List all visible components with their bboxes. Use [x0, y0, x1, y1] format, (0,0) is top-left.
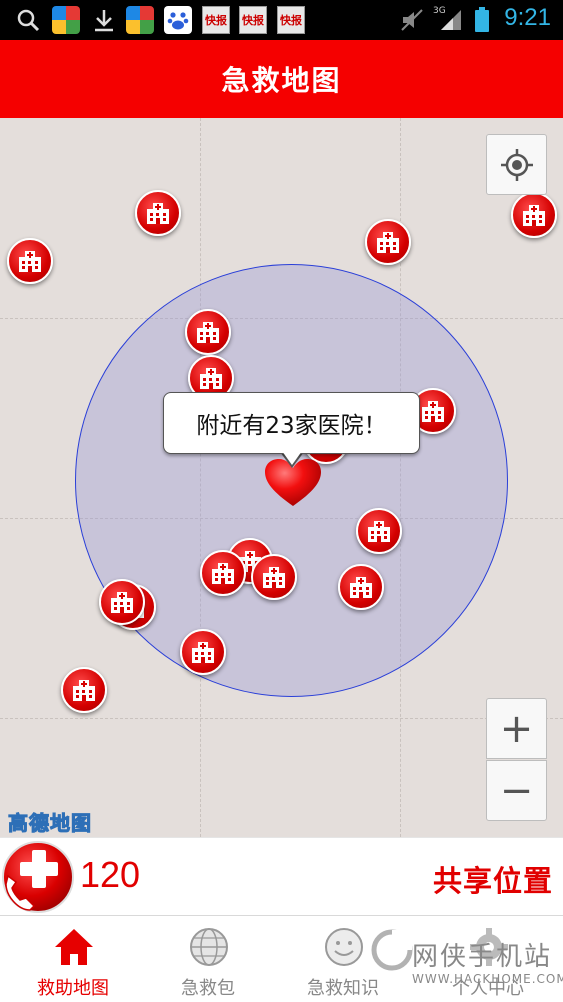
- hospital-icon: [192, 642, 214, 663]
- hospital-icon: [422, 401, 444, 422]
- watermark-text: 网侠手机站: [412, 942, 553, 972]
- hospital-icon: [111, 592, 133, 613]
- tab-rescue-map[interactable]: 救助地图: [5, 916, 141, 1002]
- hospital-marker[interactable]: [511, 192, 557, 238]
- popup-text: 附近有23家医院！: [196, 413, 387, 439]
- hospital-marker[interactable]: [185, 309, 231, 355]
- app-store-icon: [52, 6, 80, 34]
- clock: 9:21: [504, 4, 551, 31]
- hospital-marker[interactable]: [99, 579, 145, 625]
- zoom-in-button[interactable]: +: [486, 698, 547, 759]
- hospital-icon: [147, 203, 169, 224]
- kuaibao-icon: 快报: [277, 6, 305, 34]
- page-title: 急救地图: [221, 64, 342, 97]
- download-icon: [90, 6, 118, 34]
- kuaibao-icon: 快报: [239, 6, 267, 34]
- watermark-url: WWW.HACKHOME.COM: [412, 972, 563, 986]
- map-provider-logo: 高德地图: [8, 811, 92, 836]
- hospital-marker[interactable]: [180, 629, 226, 675]
- zoom-out-button[interactable]: −: [486, 760, 547, 821]
- hospital-marker[interactable]: [61, 667, 107, 713]
- hospital-icon: [350, 577, 372, 598]
- search-icon: [14, 6, 42, 34]
- hospital-count-popup[interactable]: 附近有23家医院！: [163, 392, 420, 454]
- hospital-marker[interactable]: [7, 238, 53, 284]
- locate-me-button[interactable]: [486, 134, 547, 195]
- hospital-icon: [197, 322, 219, 343]
- hospital-icon: [523, 205, 545, 226]
- app-store-icon: [126, 6, 154, 34]
- map-view[interactable]: 附近有23家医院！ + − 高德地图: [0, 118, 563, 837]
- hospital-icon: [263, 567, 285, 588]
- emergency-call-bar: 120 共享位置: [0, 837, 563, 915]
- tab-label: 救助地图: [37, 978, 109, 999]
- mute-icon: [398, 6, 426, 34]
- hospital-icon: [73, 680, 95, 701]
- popup-tail: [282, 451, 302, 465]
- hospital-icon: [200, 368, 222, 389]
- battery-icon: [468, 6, 496, 34]
- hospital-marker[interactable]: [135, 190, 181, 236]
- hospital-icon: [368, 521, 390, 542]
- smile-icon: [325, 928, 363, 966]
- crosshair-icon: [500, 148, 533, 181]
- baidu-paw-icon: [164, 6, 192, 34]
- hospital-marker[interactable]: [338, 564, 384, 610]
- hospital-marker[interactable]: [365, 219, 411, 265]
- tab-first-aid-kit[interactable]: 急救包: [140, 916, 276, 1002]
- globe-icon: [190, 928, 228, 966]
- hospital-icon: [19, 251, 41, 272]
- title-bar: 急救地图: [0, 40, 563, 118]
- map-grid-line: [0, 718, 563, 719]
- hospital-icon: [377, 232, 399, 253]
- hospital-marker[interactable]: [251, 554, 297, 600]
- emergency-call-button[interactable]: [0, 840, 78, 914]
- signal-icon: [437, 6, 465, 34]
- hospital-marker[interactable]: [200, 550, 246, 596]
- emergency-number[interactable]: 120: [80, 854, 140, 896]
- tab-label: 急救包: [181, 978, 235, 999]
- share-location-button[interactable]: 共享位置: [433, 858, 553, 900]
- kuaibao-icon: 快报: [202, 6, 230, 34]
- status-bar: 快报 快报 快报 3G 9:21: [0, 0, 563, 40]
- hospital-marker[interactable]: [356, 508, 402, 554]
- home-icon: [55, 929, 93, 965]
- hospital-icon: [212, 563, 234, 584]
